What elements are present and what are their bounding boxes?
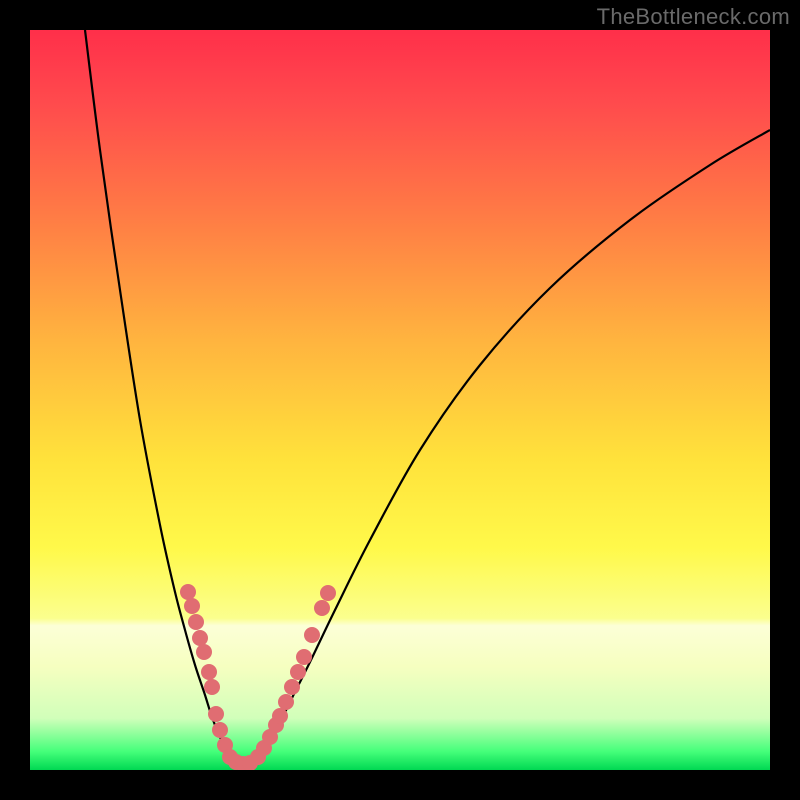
marker-dot xyxy=(296,649,312,665)
chart-plot-area xyxy=(30,30,770,770)
marker-dot xyxy=(180,584,196,600)
chart-svg xyxy=(30,30,770,770)
marker-dot xyxy=(212,722,228,738)
marker-dot xyxy=(204,679,220,695)
marker-dot xyxy=(320,585,336,601)
marker-dot xyxy=(290,664,306,680)
marker-dot xyxy=(272,708,288,724)
marker-group xyxy=(180,584,336,770)
marker-dot xyxy=(184,598,200,614)
marker-dot xyxy=(188,614,204,630)
curve-left-branch xyxy=(85,30,235,760)
marker-dot xyxy=(284,679,300,695)
marker-dot xyxy=(208,706,224,722)
marker-dot xyxy=(314,600,330,616)
watermark-text: TheBottleneck.com xyxy=(597,4,790,30)
marker-dot xyxy=(192,630,208,646)
marker-dot xyxy=(201,664,217,680)
marker-dot xyxy=(196,644,212,660)
marker-dot xyxy=(278,694,294,710)
marker-dot xyxy=(304,627,320,643)
curve-right-branch xyxy=(255,130,770,760)
